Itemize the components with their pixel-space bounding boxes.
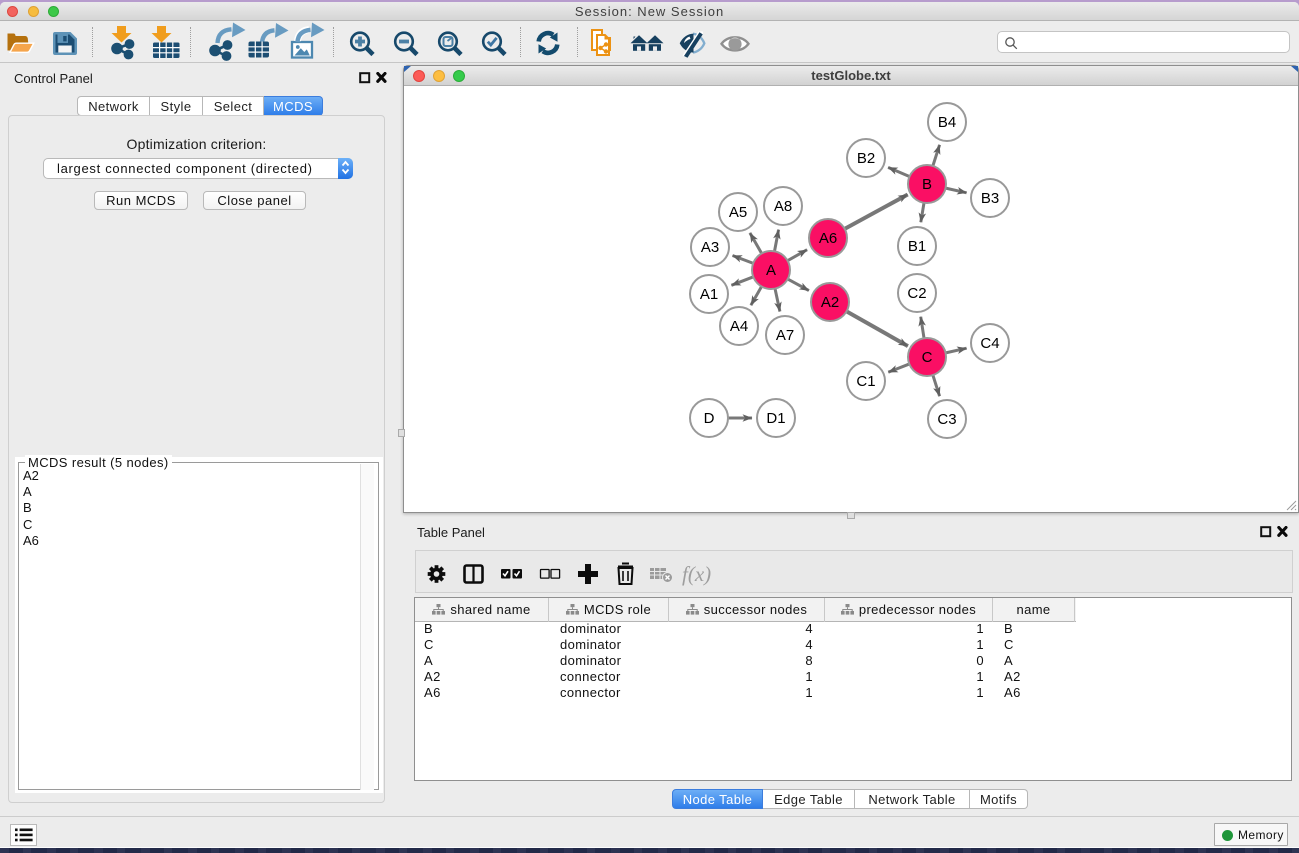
svg-text:D: D xyxy=(704,410,715,427)
svg-text:A8: A8 xyxy=(774,198,792,215)
svg-text:C1: C1 xyxy=(856,373,875,390)
svg-text:C4: C4 xyxy=(980,335,999,352)
svg-text:B1: B1 xyxy=(908,238,926,255)
svg-text:D1: D1 xyxy=(766,410,785,427)
svg-text:A2: A2 xyxy=(821,294,839,311)
svg-text:A3: A3 xyxy=(701,239,719,256)
svg-text:B4: B4 xyxy=(938,114,956,131)
svg-text:f(x): f(x) xyxy=(682,562,711,586)
svg-text:A4: A4 xyxy=(730,318,748,335)
svg-text:A6: A6 xyxy=(819,230,837,247)
svg-text:C: C xyxy=(922,349,933,366)
svg-text:A1: A1 xyxy=(700,286,718,303)
svg-text:A5: A5 xyxy=(729,204,747,221)
svg-text:C2: C2 xyxy=(907,285,926,302)
svg-text:B: B xyxy=(922,176,932,193)
svg-text:B2: B2 xyxy=(857,150,875,167)
svg-text:C3: C3 xyxy=(937,411,956,428)
svg-text:A7: A7 xyxy=(776,327,794,344)
svg-text:B3: B3 xyxy=(981,190,999,207)
svg-text:A: A xyxy=(766,262,776,279)
